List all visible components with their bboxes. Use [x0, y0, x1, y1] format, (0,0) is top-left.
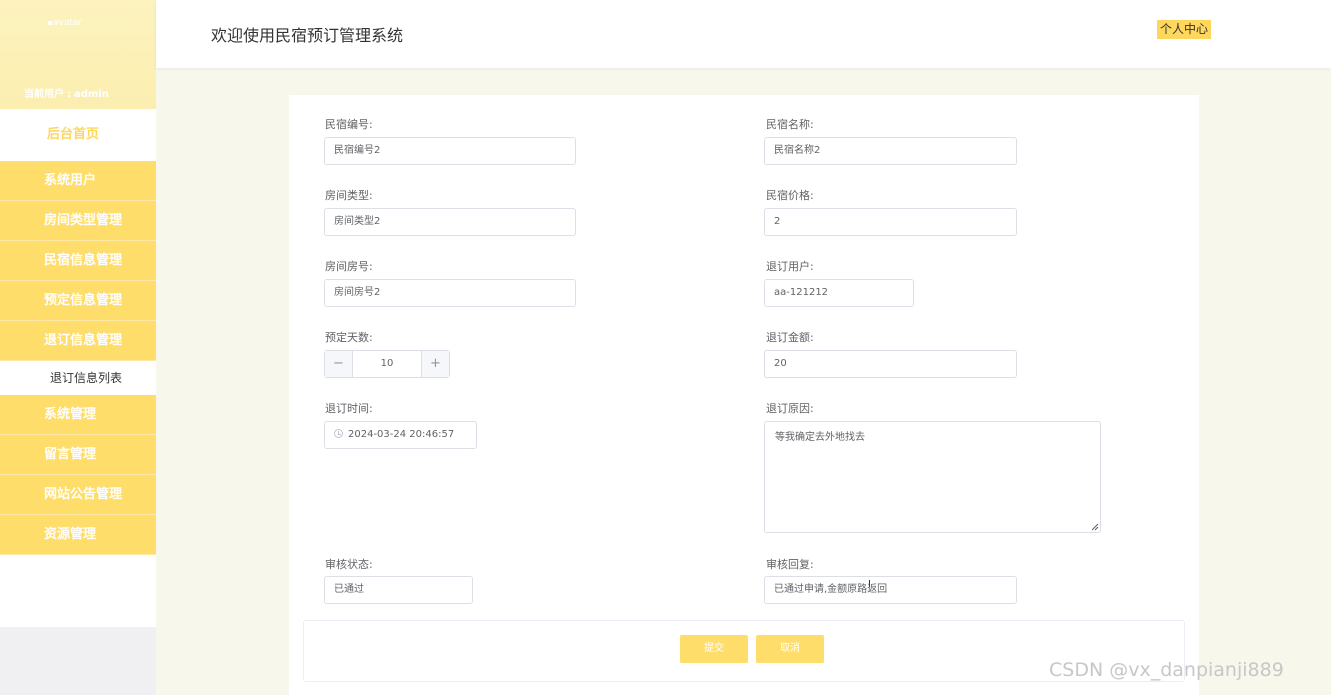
form-card: 民宿编号: 民宿编号2 民宿名称: 民宿名称2 房间类型: 房间类型2 民宿价格… [289, 95, 1199, 695]
watermark: CSDN @vx_danpianji889 [1049, 659, 1284, 681]
booking-days-label: 预定天数: [325, 331, 373, 344]
sidebar-item-homestay-info[interactable]: 民宿信息管理 [0, 241, 156, 281]
current-user: 当前用户: admin [24, 89, 109, 100]
sidebar-item-booking-info[interactable]: 预定信息管理 [0, 281, 156, 321]
room-no-input[interactable]: 房间房号2 [324, 279, 576, 307]
homestay-price-label: 民宿价格: [766, 189, 814, 202]
cancel-reason-label: 退订原因: [766, 402, 814, 415]
room-type-label: 房间类型: [325, 189, 373, 202]
increase-button[interactable]: + [421, 351, 449, 377]
resize-handle-icon[interactable] [1091, 523, 1099, 531]
sidebar-header: avatar 当前用户: admin [0, 0, 156, 109]
top-bar: 欢迎使用民宿预订管理系统 个人中心 [156, 0, 1331, 68]
booking-days-value[interactable]: 10 [353, 351, 421, 377]
homestay-price-input[interactable]: 2 [764, 208, 1017, 236]
homestay-no-label: 民宿编号: [325, 118, 373, 131]
booking-days-stepper[interactable]: − 10 + [324, 350, 450, 378]
sidebar-item-announcements[interactable]: 网站公告管理 [0, 475, 156, 515]
submit-button[interactable]: 提交 [680, 635, 748, 663]
cancel-time-label: 退订时间: [325, 402, 373, 415]
avatar: avatar [48, 18, 82, 28]
sidebar-item-cancellation-info[interactable]: 退订信息管理 [0, 321, 156, 361]
sidebar-menu: 后台首页 系统用户 房间类型管理 民宿信息管理 预定信息管理 退订信息管理 退订… [0, 109, 156, 627]
homestay-name-label: 民宿名称: [766, 118, 814, 131]
room-no-label: 房间房号: [325, 260, 373, 273]
room-type-input[interactable]: 房间类型2 [324, 208, 576, 236]
review-status-label: 审核状态: [325, 558, 373, 571]
homestay-no-input[interactable]: 民宿编号2 [324, 137, 576, 165]
cancel-button[interactable]: 取消 [756, 635, 824, 663]
sidebar: avatar 当前用户: admin 后台首页 系统用户 房间类型管理 民宿信息管… [0, 0, 156, 695]
sidebar-item-room-type[interactable]: 房间类型管理 [0, 201, 156, 241]
sidebar-subitem-cancellation-list[interactable]: 退订信息列表 [0, 361, 156, 395]
review-status-input[interactable]: 已通过 [324, 576, 473, 604]
cancel-time-picker[interactable]: 2024-03-24 20:46:57 [324, 421, 477, 449]
sidebar-item-messages[interactable]: 留言管理 [0, 435, 156, 475]
refund-amount-input[interactable]: 20 [764, 350, 1017, 378]
refund-amount-label: 退订金额: [766, 331, 814, 344]
cancel-reason-textarea[interactable]: 等我确定去外地找去 [764, 421, 1101, 533]
sidebar-item-system-management[interactable]: 系统管理 [0, 395, 156, 435]
review-reply-input[interactable]: 已通过申请,金额原路返回 [764, 576, 1017, 604]
cancel-user-label: 退订用户: [766, 260, 814, 273]
clock-icon [334, 428, 343, 438]
sidebar-item-system-users[interactable]: 系统用户 [0, 161, 156, 201]
sidebar-item-home[interactable]: 后台首页 [0, 109, 156, 161]
user-center-button[interactable]: 个人中心 [1157, 20, 1212, 39]
decrease-button[interactable]: − [325, 351, 353, 377]
cancel-user-input[interactable]: aa-121212 [764, 279, 914, 307]
homestay-name-input[interactable]: 民宿名称2 [764, 137, 1017, 165]
broken-image-icon [48, 20, 52, 25]
review-reply-label: 审核回复: [766, 558, 814, 571]
text-cursor-icon: I [868, 579, 871, 590]
cancel-time-value: 2024-03-24 20:46:57 [348, 429, 455, 440]
page-title: 欢迎使用民宿预订管理系统 [211, 26, 404, 45]
sidebar-item-resources[interactable]: 资源管理 [0, 515, 156, 555]
cancel-reason-value: 等我确定去外地找去 [775, 432, 865, 443]
